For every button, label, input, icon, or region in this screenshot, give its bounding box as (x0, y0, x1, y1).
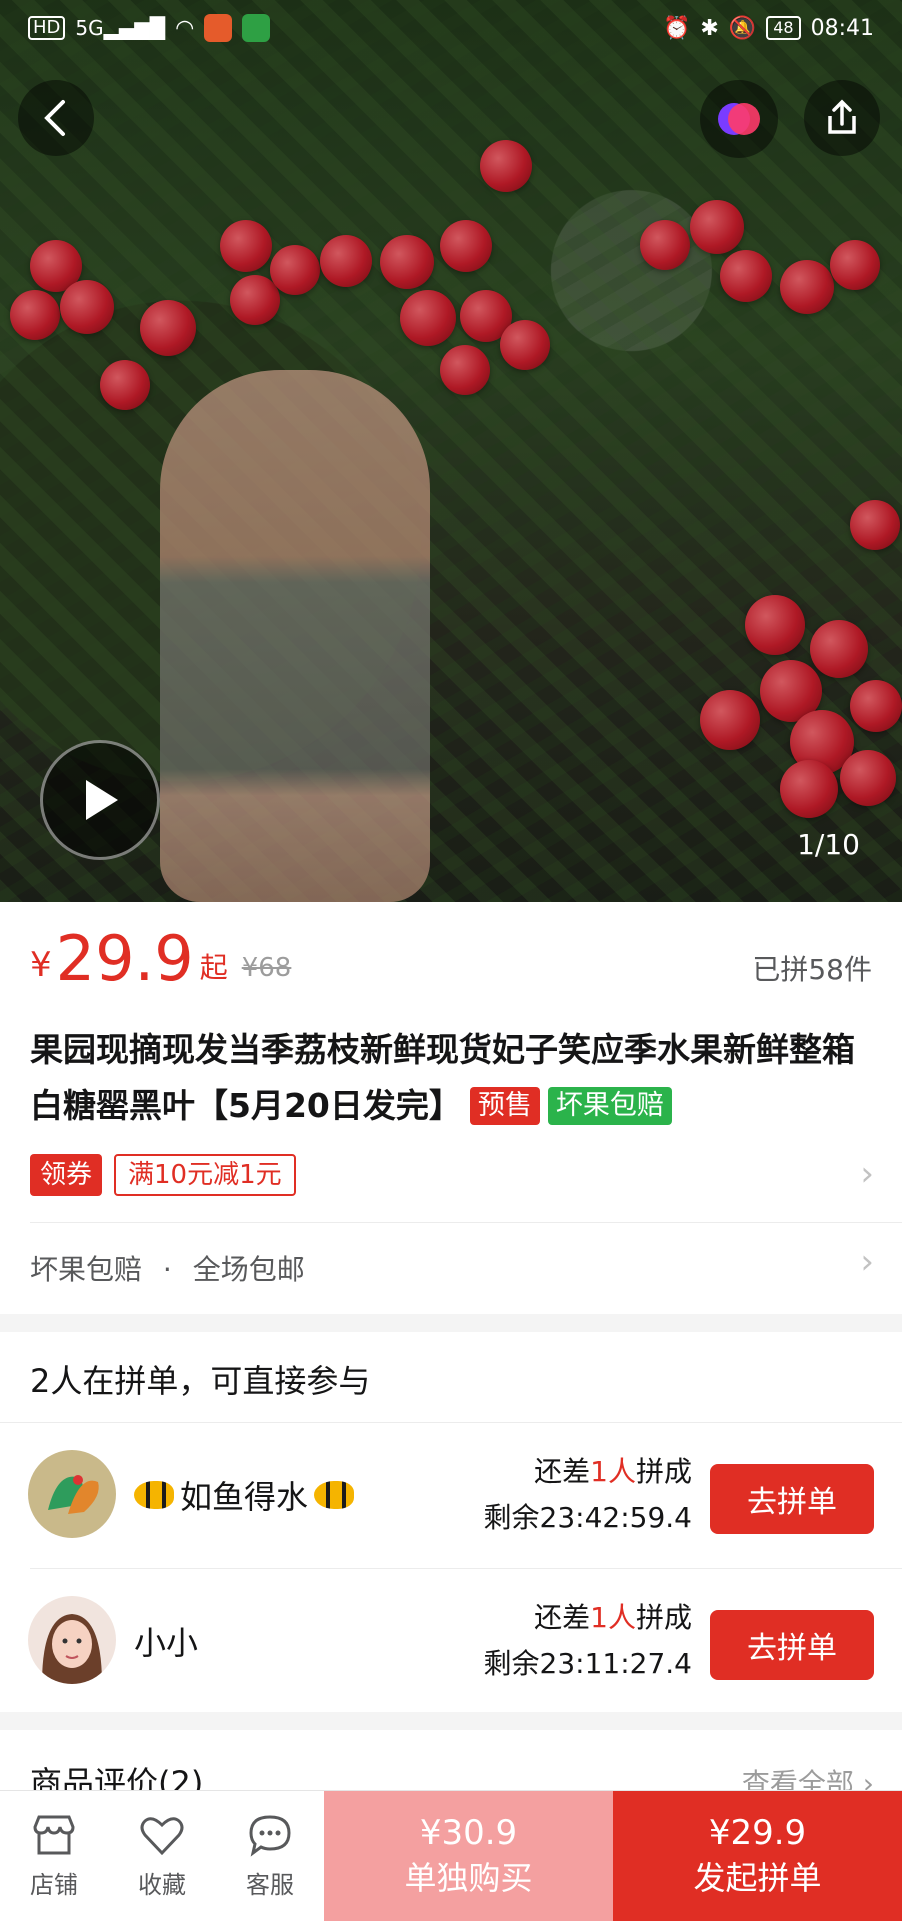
image-counter: 1/10 (797, 828, 860, 861)
signal-icon: 5G▂▄▆█ (75, 16, 166, 40)
alarm-icon: ⏰ (662, 15, 691, 41)
group-row: 如鱼得水 还差1人拼成 剩余23:42:59.4 去拼单 (0, 1424, 902, 1568)
original-price: ¥68 (241, 953, 292, 983)
share-icon (828, 99, 856, 134)
join-group-button[interactable]: 去拼单 (710, 1464, 874, 1534)
group-price: 29.9 (55, 922, 194, 995)
service-row[interactable]: 坏果包赔 · 全场包邮 (30, 1248, 305, 1288)
app-icon (242, 14, 271, 42)
store-label: 店铺 (30, 1870, 78, 1899)
store-button[interactable]: 店铺 (0, 1791, 108, 1921)
user-name: 如鱼得水 (134, 1472, 355, 1518)
service-label: 客服 (246, 1870, 294, 1899)
chevron-right-icon[interactable]: › (860, 1154, 874, 1194)
user-name-text: 如鱼得水 (180, 1478, 309, 1516)
currency-symbol: ¥ (30, 945, 52, 985)
need-prefix: 还差 (534, 1455, 591, 1488)
bluetooth-icon: ✱ (700, 15, 719, 41)
coupon-row[interactable]: 领券 满10元减1元 (30, 1154, 296, 1196)
group-need: 还差1人拼成 (534, 1596, 692, 1636)
group-buy-button[interactable]: ¥29.9 发起拼单 (613, 1791, 902, 1921)
favorite-button[interactable]: 收藏 (108, 1791, 216, 1921)
fish-icon (314, 1481, 355, 1509)
avatar (28, 1596, 116, 1684)
product-info-card: ¥ 29.9 起 ¥68 已拼58件 果园现摘现发当季荔枝新鲜现货妃子笑应季水果… (0, 902, 902, 1314)
clock: 08:41 (810, 15, 874, 41)
service-separator: · (162, 1253, 172, 1286)
chat-icon (249, 1814, 291, 1857)
group-buy-card: 2人在拼单，可直接参与 如鱼得水 还差1人拼成 剩余23:42:59.4 去拼单 (0, 1332, 902, 1712)
group-need: 还差1人拼成 (534, 1450, 692, 1490)
divider (30, 1568, 902, 1569)
need-count: 1人 (590, 1601, 636, 1634)
battery-icon: 48 (766, 16, 801, 40)
favorite-label: 收藏 (138, 1870, 186, 1899)
group-buy-header: 2人在拼单，可直接参与 (30, 1362, 371, 1400)
avatar (28, 1450, 116, 1538)
chevron-left-icon (44, 100, 65, 136)
fish-icon (134, 1481, 174, 1509)
user-portrait-icon (28, 1596, 116, 1684)
need-suffix: 拼成 (635, 1601, 692, 1634)
group-buy-price: ¥29.9 (708, 1813, 807, 1853)
divider (30, 1222, 902, 1223)
guarantee-tag: 坏果包赔 (547, 1087, 672, 1125)
service-item: 坏果包赔 (30, 1253, 143, 1286)
status-bar: HD 5G▂▄▆█ ◠ ⏰ ✱ 🔕 48 08:41 (0, 0, 902, 56)
share-button[interactable] (804, 80, 880, 156)
presale-tag: 预售 (469, 1087, 540, 1125)
coupon-label: 领券 (30, 1154, 103, 1196)
sold-count: 已拼58件 (752, 953, 872, 986)
single-price: ¥30.9 (419, 1813, 518, 1853)
price-suffix: 起 (199, 951, 228, 984)
heart-icon (140, 1816, 184, 1855)
join-group-button[interactable]: 去拼单 (710, 1610, 874, 1680)
need-count: 1人 (590, 1455, 636, 1488)
back-button[interactable] (18, 80, 94, 156)
bottom-action-bar: 店铺 收藏 客服 ¥30.9 单独购买 ¥29.9 发起拼单 (0, 1790, 902, 1921)
price-row: ¥ 29.9 起 ¥68 (30, 928, 291, 990)
coupon-value: 满10元减1元 (114, 1154, 296, 1196)
wifi-icon: ◠ (175, 15, 195, 41)
product-image-gallery[interactable]: HD 5G▂▄▆█ ◠ ⏰ ✱ 🔕 48 08:41 1/10 (0, 0, 902, 902)
play-video-button[interactable] (40, 740, 160, 860)
user-name: 小小 (134, 1618, 198, 1664)
assistant-logo-icon (718, 103, 760, 135)
group-row: 小小 还差1人拼成 剩余23:11:27.4 去拼单 (0, 1570, 902, 1714)
mute-icon: 🔕 (728, 15, 757, 41)
need-suffix: 拼成 (635, 1455, 692, 1488)
product-title-text: 果园现摘现发当季荔枝新鲜现货妃子笑应季水果新鲜整箱白糖罂黑叶【5月20日发完】 (30, 1030, 855, 1125)
service-item: 全场包邮 (192, 1253, 305, 1286)
assistant-button[interactable] (700, 80, 778, 158)
bird-avatar-icon (28, 1450, 116, 1538)
single-label: 单独购买 (404, 1859, 533, 1897)
store-icon (33, 1815, 75, 1854)
remaining-time: 剩余23:42:59.4 (483, 1501, 692, 1534)
divider (0, 1422, 902, 1423)
chevron-right-icon[interactable]: › (860, 1242, 874, 1282)
single-buy-button[interactable]: ¥30.9 单独购买 (324, 1791, 613, 1921)
remaining-time: 剩余23:11:27.4 (483, 1647, 692, 1680)
customer-service-button[interactable]: 客服 (216, 1791, 324, 1921)
hd-icon: HD (28, 16, 66, 40)
product-title: 果园现摘现发当季荔枝新鲜现货妃子笑应季水果新鲜整箱白糖罂黑叶【5月20日发完】预… (30, 1022, 870, 1134)
group-buy-label: 发起拼单 (693, 1859, 822, 1897)
user-name-text: 小小 (134, 1624, 199, 1662)
play-icon (86, 780, 118, 820)
app-icon (204, 14, 233, 42)
need-prefix: 还差 (534, 1601, 591, 1634)
